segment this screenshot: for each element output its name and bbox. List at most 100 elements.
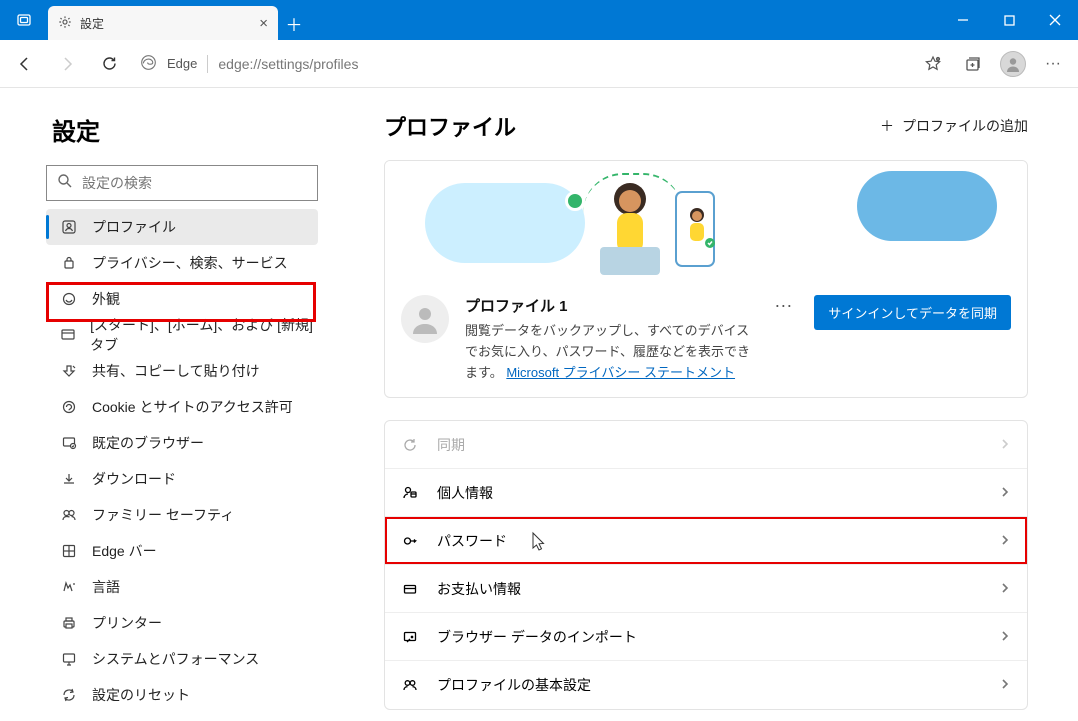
sidebar-item-12[interactable]: システムとパフォーマンス — [46, 641, 318, 677]
sidebar-icon-4 — [60, 363, 78, 379]
sidebar-label: 設定のリセット — [92, 685, 190, 705]
sidebar-icon-1 — [60, 255, 78, 271]
privacy-link[interactable]: Microsoft プライバシー ステートメント — [506, 365, 735, 380]
chevron-right-icon — [999, 581, 1011, 597]
sidebar-item-3[interactable]: [スタート]、[ホーム]、および [新規] タブ — [46, 317, 318, 353]
sidebar-label: プライバシー、検索、サービス — [92, 253, 288, 273]
address-bar[interactable]: Edge edge://settings/profiles — [132, 47, 910, 81]
sidebar-label: Cookie とサイトのアクセス許可 — [92, 397, 293, 417]
sidebar-label: 言語 — [92, 577, 120, 597]
settings-title: 設定 — [40, 112, 322, 147]
addr-app: Edge — [167, 56, 197, 71]
nav-refresh[interactable] — [90, 45, 128, 83]
window-minimize[interactable] — [940, 0, 986, 40]
row-label: ブラウザー データのインポート — [437, 627, 637, 647]
more-menu[interactable]: ··· — [1034, 45, 1072, 83]
profile-card: プロファイル 1 閲覧データをバックアップし、すべてのデバイスでお気に入り、パス… — [384, 160, 1028, 398]
sidebar-icon-2 — [60, 291, 78, 307]
sidebar-icon-13 — [60, 687, 78, 703]
row-icon-2 — [401, 533, 419, 549]
row-label: お支払い情報 — [437, 579, 521, 599]
row-label: 同期 — [437, 435, 465, 455]
sidebar-item-11[interactable]: プリンター — [46, 605, 318, 641]
window-maximize[interactable] — [986, 0, 1032, 40]
setting-row-0: 同期 — [385, 421, 1027, 469]
sidebar-icon-12 — [60, 651, 78, 667]
settings-search[interactable] — [46, 165, 318, 201]
browser-tab[interactable]: 設定 × — [48, 6, 278, 40]
sidebar-label: 既定のブラウザー — [92, 433, 204, 453]
row-label: パスワード — [437, 531, 507, 551]
sidebar-icon-6 — [60, 435, 78, 451]
new-tab-button[interactable]: ＋ — [278, 6, 310, 40]
sidebar-label: プリンター — [92, 613, 162, 633]
sidebar-icon-10 — [60, 579, 78, 595]
row-label: 個人情報 — [437, 483, 493, 503]
tab-title: 設定 — [80, 15, 104, 32]
profile-name: プロファイル 1 — [465, 295, 752, 319]
row-icon-1 — [401, 485, 419, 501]
setting-row-1[interactable]: 個人情報 — [385, 469, 1027, 517]
profile-avatar[interactable] — [994, 45, 1032, 83]
sidebar-label: システムとパフォーマンス — [92, 649, 259, 669]
nav-back[interactable] — [6, 45, 44, 83]
row-icon-3 — [401, 581, 419, 597]
sidebar-label: プロファイル — [92, 217, 176, 237]
addr-url: edge://settings/profiles — [218, 56, 358, 72]
chevron-right-icon — [999, 533, 1011, 549]
sidebar-item-10[interactable]: 言語 — [46, 569, 318, 605]
sidebar-item-1[interactable]: プライバシー、検索、サービス — [46, 245, 318, 281]
row-icon-4 — [401, 629, 419, 645]
sidebar-item-9[interactable]: Edge バー — [46, 533, 318, 569]
page-title: プロファイル — [384, 110, 516, 142]
close-tab-icon[interactable]: × — [259, 15, 268, 32]
sidebar-item-2[interactable]: 外観 — [46, 281, 318, 317]
row-label: プロファイルの基本設定 — [437, 675, 591, 695]
setting-row-4[interactable]: ブラウザー データのインポート — [385, 613, 1027, 661]
sidebar-icon-3 — [60, 327, 76, 343]
sidebar-item-6[interactable]: 既定のブラウザー — [46, 425, 318, 461]
sidebar-label: Edge バー — [92, 541, 157, 561]
hero-illustration — [385, 161, 1027, 281]
setting-row-5[interactable]: プロファイルの基本設定 — [385, 661, 1027, 709]
sidebar-label: ファミリー セーフティ — [92, 505, 234, 525]
sidebar-item-7[interactable]: ダウンロード — [46, 461, 318, 497]
nav-forward — [48, 45, 86, 83]
window-close[interactable] — [1032, 0, 1078, 40]
plus-icon: ＋ — [880, 116, 894, 136]
sidebar-item-14[interactable]: スマートフォンとその他のデバイス — [46, 713, 318, 721]
chevron-right-icon — [999, 677, 1011, 693]
row-icon-5 — [401, 677, 419, 693]
chevron-right-icon — [999, 629, 1011, 645]
setting-row-2[interactable]: パスワード — [385, 517, 1027, 565]
sidebar-label: [スタート]、[ホーム]、および [新規] タブ — [90, 315, 318, 355]
search-input[interactable] — [82, 175, 307, 191]
profile-avatar-large — [401, 295, 449, 343]
sidebar-label: 外観 — [92, 289, 120, 309]
search-icon — [57, 173, 72, 193]
setting-row-3[interactable]: お支払い情報 — [385, 565, 1027, 613]
sidebar-item-4[interactable]: 共有、コピーして貼り付け — [46, 353, 318, 389]
sidebar-label: 共有、コピーして貼り付け — [92, 361, 260, 381]
sidebar-item-5[interactable]: Cookie とサイトのアクセス許可 — [46, 389, 318, 425]
chevron-right-icon — [999, 485, 1011, 501]
sidebar-icon-9 — [60, 543, 78, 559]
sidebar-icon-5 — [60, 399, 78, 415]
sidebar-item-8[interactable]: ファミリー セーフティ — [46, 497, 318, 533]
row-icon-0 — [401, 437, 419, 453]
chevron-right-icon — [999, 437, 1011, 453]
sidebar-item-0[interactable]: プロファイル — [46, 209, 318, 245]
profile-more-menu[interactable]: ··· — [768, 295, 798, 316]
sidebar-icon-7 — [60, 471, 78, 487]
add-profile-button[interactable]: ＋ プロファイルの追加 — [880, 116, 1028, 136]
sidebar-icon-11 — [60, 615, 78, 631]
sidebar-label: ダウンロード — [92, 469, 176, 489]
sidebar-item-13[interactable]: 設定のリセット — [46, 677, 318, 713]
collections-icon[interactable] — [954, 45, 992, 83]
tab-strip-manage-icon[interactable] — [0, 0, 48, 40]
favorites-add-icon[interactable] — [914, 45, 952, 83]
edge-logo-icon — [140, 54, 157, 74]
signin-button[interactable]: サインインしてデータを同期 — [814, 295, 1011, 330]
sidebar-icon-8 — [60, 507, 78, 523]
sidebar-icon-0 — [60, 219, 78, 235]
